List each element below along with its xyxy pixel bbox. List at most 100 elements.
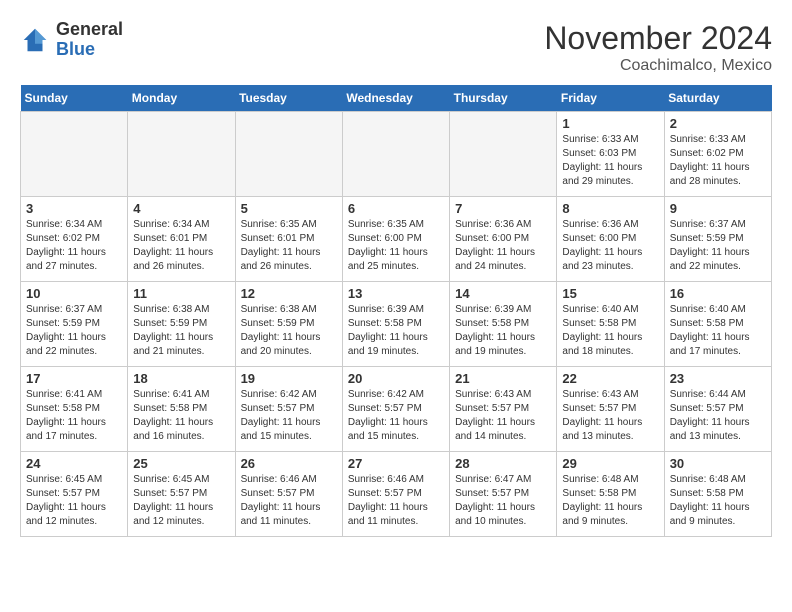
logo: General Blue	[20, 20, 123, 60]
calendar-cell	[342, 112, 449, 197]
calendar-cell: 6 Sunrise: 6:35 AM Sunset: 6:00 PM Daylig…	[342, 197, 449, 282]
day-info: Sunrise: 6:34 AM Sunset: 6:01 PM Dayligh…	[133, 218, 229, 274]
day-info: Sunrise: 6:46 AM Sunset: 5:57 PM Dayligh…	[348, 473, 444, 529]
col-header-monday: Monday	[128, 85, 235, 112]
day-info: Sunrise: 6:43 AM Sunset: 5:57 PM Dayligh…	[562, 388, 658, 444]
col-header-friday: Friday	[557, 85, 664, 112]
day-number: 23	[670, 371, 766, 386]
calendar-cell: 20 Sunrise: 6:42 AM Sunset: 5:57 PM Dayli…	[342, 367, 449, 452]
day-info: Sunrise: 6:39 AM Sunset: 5:58 PM Dayligh…	[348, 303, 444, 359]
calendar-cell: 7 Sunrise: 6:36 AM Sunset: 6:00 PM Daylig…	[450, 197, 557, 282]
day-number: 13	[348, 286, 444, 301]
col-header-thursday: Thursday	[450, 85, 557, 112]
day-info: Sunrise: 6:40 AM Sunset: 5:58 PM Dayligh…	[562, 303, 658, 359]
day-info: Sunrise: 6:36 AM Sunset: 6:00 PM Dayligh…	[562, 218, 658, 274]
day-info: Sunrise: 6:41 AM Sunset: 5:58 PM Dayligh…	[133, 388, 229, 444]
day-info: Sunrise: 6:37 AM Sunset: 5:59 PM Dayligh…	[26, 303, 122, 359]
col-header-wednesday: Wednesday	[342, 85, 449, 112]
day-info: Sunrise: 6:47 AM Sunset: 5:57 PM Dayligh…	[455, 473, 551, 529]
calendar-cell: 4 Sunrise: 6:34 AM Sunset: 6:01 PM Daylig…	[128, 197, 235, 282]
calendar-cell: 29 Sunrise: 6:48 AM Sunset: 5:58 PM Dayli…	[557, 452, 664, 537]
day-info: Sunrise: 6:36 AM Sunset: 6:00 PM Dayligh…	[455, 218, 551, 274]
logo-icon	[20, 25, 50, 55]
day-number: 12	[241, 286, 337, 301]
calendar-cell: 13 Sunrise: 6:39 AM Sunset: 5:58 PM Dayli…	[342, 282, 449, 367]
day-info: Sunrise: 6:43 AM Sunset: 5:57 PM Dayligh…	[455, 388, 551, 444]
day-number: 1	[562, 116, 658, 131]
day-number: 3	[26, 201, 122, 216]
day-info: Sunrise: 6:33 AM Sunset: 6:02 PM Dayligh…	[670, 133, 766, 189]
day-info: Sunrise: 6:42 AM Sunset: 5:57 PM Dayligh…	[348, 388, 444, 444]
page-header: General Blue November 2024 Coachimalco, …	[20, 20, 772, 75]
calendar-cell: 27Sunrise: 6:46 AM Sunset: 5:57 PM Dayli…	[342, 452, 449, 537]
calendar-cell: 1Sunrise: 6:33 AM Sunset: 6:03 PM Daylig…	[557, 112, 664, 197]
day-info: Sunrise: 6:35 AM Sunset: 6:01 PM Dayligh…	[241, 218, 337, 274]
day-info: Sunrise: 6:45 AM Sunset: 5:57 PM Dayligh…	[133, 473, 229, 529]
day-info: Sunrise: 6:39 AM Sunset: 5:58 PM Dayligh…	[455, 303, 551, 359]
calendar-cell	[21, 112, 128, 197]
calendar-cell	[128, 112, 235, 197]
day-number: 29	[562, 456, 658, 471]
month-title: November 2024	[544, 20, 772, 57]
day-info: Sunrise: 6:37 AM Sunset: 5:59 PM Dayligh…	[670, 218, 766, 274]
day-number: 8	[562, 201, 658, 216]
day-number: 15	[562, 286, 658, 301]
day-number: 17	[26, 371, 122, 386]
calendar-cell: 19 Sunrise: 6:42 AM Sunset: 5:57 PM Dayli…	[235, 367, 342, 452]
day-number: 2	[670, 116, 766, 131]
day-number: 7	[455, 201, 551, 216]
day-info: Sunrise: 6:38 AM Sunset: 5:59 PM Dayligh…	[241, 303, 337, 359]
logo-blue: Blue	[56, 40, 123, 60]
calendar-table: SundayMondayTuesdayWednesdayThursdayFrid…	[20, 85, 772, 537]
calendar-cell: 21 Sunrise: 6:43 AM Sunset: 5:57 PM Dayli…	[450, 367, 557, 452]
day-number: 28	[455, 456, 551, 471]
calendar-cell: 26 Sunrise: 6:46 AM Sunset: 5:57 PM Dayli…	[235, 452, 342, 537]
day-info: Sunrise: 6:40 AM Sunset: 5:58 PM Dayligh…	[670, 303, 766, 359]
day-info: Sunrise: 6:35 AM Sunset: 6:00 PM Dayligh…	[348, 218, 444, 274]
calendar-cell: 17Sunrise: 6:41 AM Sunset: 5:58 PM Dayli…	[21, 367, 128, 452]
calendar-cell: 15 Sunrise: 6:40 AM Sunset: 5:58 PM Dayli…	[557, 282, 664, 367]
day-number: 4	[133, 201, 229, 216]
calendar-cell: 9 Sunrise: 6:37 AM Sunset: 5:59 PM Daylig…	[664, 197, 771, 282]
location-title: Coachimalco, Mexico	[544, 57, 772, 75]
calendar-cell: 11Sunrise: 6:38 AM Sunset: 5:59 PM Dayli…	[128, 282, 235, 367]
day-number: 11	[133, 286, 229, 301]
day-number: 19	[241, 371, 337, 386]
day-number: 14	[455, 286, 551, 301]
logo-text: General Blue	[56, 20, 123, 60]
day-number: 18	[133, 371, 229, 386]
day-number: 21	[455, 371, 551, 386]
day-number: 22	[562, 371, 658, 386]
day-info: Sunrise: 6:46 AM Sunset: 5:57 PM Dayligh…	[241, 473, 337, 529]
calendar-cell: 14 Sunrise: 6:39 AM Sunset: 5:58 PM Dayli…	[450, 282, 557, 367]
calendar-cell: 5Sunrise: 6:35 AM Sunset: 6:01 PM Daylig…	[235, 197, 342, 282]
calendar-cell: 12 Sunrise: 6:38 AM Sunset: 5:59 PM Dayli…	[235, 282, 342, 367]
day-number: 9	[670, 201, 766, 216]
day-info: Sunrise: 6:45 AM Sunset: 5:57 PM Dayligh…	[26, 473, 122, 529]
day-info: Sunrise: 6:34 AM Sunset: 6:02 PM Dayligh…	[26, 218, 122, 274]
day-number: 6	[348, 201, 444, 216]
day-number: 25	[133, 456, 229, 471]
day-info: Sunrise: 6:48 AM Sunset: 5:58 PM Dayligh…	[670, 473, 766, 529]
calendar-cell: 18 Sunrise: 6:41 AM Sunset: 5:58 PM Dayli…	[128, 367, 235, 452]
calendar-cell: 24 Sunrise: 6:45 AM Sunset: 5:57 PM Dayli…	[21, 452, 128, 537]
day-number: 26	[241, 456, 337, 471]
logo-general: General	[56, 20, 123, 40]
calendar-cell: 28 Sunrise: 6:47 AM Sunset: 5:57 PM Dayli…	[450, 452, 557, 537]
calendar-cell: 8 Sunrise: 6:36 AM Sunset: 6:00 PM Daylig…	[557, 197, 664, 282]
calendar-cell: 2 Sunrise: 6:33 AM Sunset: 6:02 PM Daylig…	[664, 112, 771, 197]
calendar-cell: 25 Sunrise: 6:45 AM Sunset: 5:57 PM Dayli…	[128, 452, 235, 537]
day-number: 16	[670, 286, 766, 301]
day-info: Sunrise: 6:48 AM Sunset: 5:58 PM Dayligh…	[562, 473, 658, 529]
day-number: 24	[26, 456, 122, 471]
calendar-cell: 16 Sunrise: 6:40 AM Sunset: 5:58 PM Dayli…	[664, 282, 771, 367]
day-number: 30	[670, 456, 766, 471]
day-number: 10	[26, 286, 122, 301]
day-info: Sunrise: 6:42 AM Sunset: 5:57 PM Dayligh…	[241, 388, 337, 444]
title-block: November 2024 Coachimalco, Mexico	[544, 20, 772, 75]
day-number: 20	[348, 371, 444, 386]
calendar-cell	[235, 112, 342, 197]
calendar-cell: 10 Sunrise: 6:37 AM Sunset: 5:59 PM Dayli…	[21, 282, 128, 367]
day-info: Sunrise: 6:44 AM Sunset: 5:57 PM Dayligh…	[670, 388, 766, 444]
calendar-cell: 3 Sunrise: 6:34 AM Sunset: 6:02 PM Daylig…	[21, 197, 128, 282]
